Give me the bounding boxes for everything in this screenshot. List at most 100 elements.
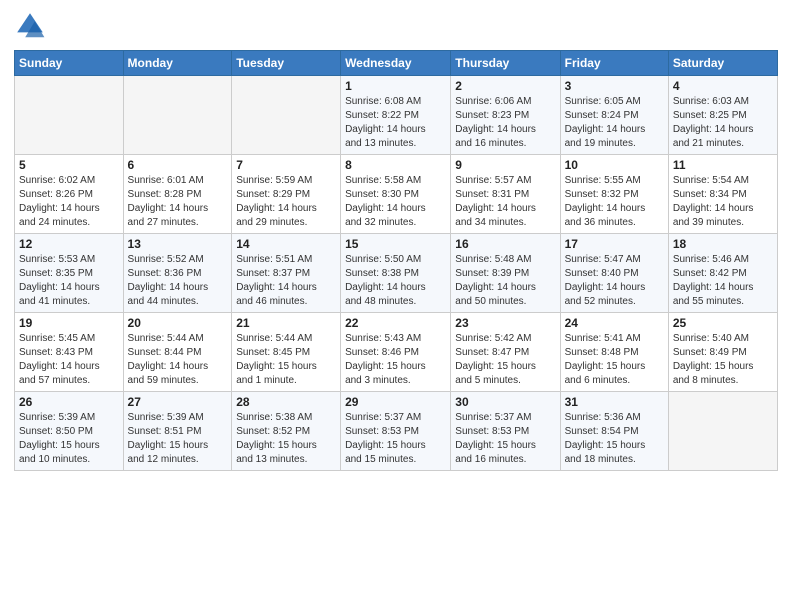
calendar-cell: 16Sunrise: 5:48 AM Sunset: 8:39 PM Dayli…	[451, 234, 560, 313]
day-info: Sunrise: 5:38 AM Sunset: 8:52 PM Dayligh…	[236, 411, 336, 467]
day-number: 6	[128, 158, 228, 172]
day-info: Sunrise: 5:44 AM Sunset: 8:44 PM Dayligh…	[128, 332, 228, 388]
weekday-header: Thursday	[451, 51, 560, 76]
calendar-table: SundayMondayTuesdayWednesdayThursdayFrid…	[14, 50, 778, 471]
calendar-cell: 10Sunrise: 5:55 AM Sunset: 8:32 PM Dayli…	[560, 155, 668, 234]
calendar-cell: 6 Sunrise: 6:01 AM Sunset: 8:28 PM Daylig…	[123, 155, 232, 234]
day-number: 19	[19, 316, 119, 330]
day-number: 3	[565, 79, 664, 93]
calendar-cell: 13Sunrise: 5:52 AM Sunset: 8:36 PM Dayli…	[123, 234, 232, 313]
day-info: Sunrise: 5:44 AM Sunset: 8:45 PM Dayligh…	[236, 332, 336, 388]
weekday-header: Friday	[560, 51, 668, 76]
day-number: 26	[19, 395, 119, 409]
calendar-cell: 15 Sunrise: 5:50 AM Sunset: 8:38 PM Dayli…	[341, 234, 451, 313]
day-number: 29	[345, 395, 446, 409]
calendar-cell	[232, 76, 341, 155]
day-info: Sunrise: 5:47 AM Sunset: 8:40 PM Dayligh…	[565, 253, 664, 309]
day-info: Sunrise: 6:03 AM Sunset: 8:25 PM Dayligh…	[673, 95, 773, 151]
calendar-cell: 29 Sunrise: 5:37 AM Sunset: 8:53 PM Dayli…	[341, 392, 451, 471]
day-number: 20	[128, 316, 228, 330]
day-info: Sunrise: 5:41 AM Sunset: 8:48 PM Dayligh…	[565, 332, 664, 388]
calendar-cell: 30 Sunrise: 5:37 AM Sunset: 8:53 PM Dayli…	[451, 392, 560, 471]
page: SundayMondayTuesdayWednesdayThursdayFrid…	[0, 0, 792, 612]
calendar-week-row: 5Sunrise: 6:02 AM Sunset: 8:26 PM Daylig…	[15, 155, 778, 234]
day-number: 2	[455, 79, 555, 93]
calendar-week-row: 26 Sunrise: 5:39 AM Sunset: 8:50 PM Dayli…	[15, 392, 778, 471]
day-info: Sunrise: 5:50 AM Sunset: 8:38 PM Dayligh…	[345, 253, 446, 309]
day-number: 28	[236, 395, 336, 409]
calendar-cell: 9 Sunrise: 5:57 AM Sunset: 8:31 PM Daylig…	[451, 155, 560, 234]
calendar-header: SundayMondayTuesdayWednesdayThursdayFrid…	[15, 51, 778, 76]
day-info: Sunrise: 5:43 AM Sunset: 8:46 PM Dayligh…	[345, 332, 446, 388]
day-info: Sunrise: 5:53 AM Sunset: 8:35 PM Dayligh…	[19, 253, 119, 309]
calendar-cell: 3Sunrise: 6:05 AM Sunset: 8:24 PM Daylig…	[560, 76, 668, 155]
calendar-cell: 25 Sunrise: 5:40 AM Sunset: 8:49 PM Dayli…	[668, 313, 777, 392]
calendar-cell: 23 Sunrise: 5:42 AM Sunset: 8:47 PM Dayli…	[451, 313, 560, 392]
day-info: Sunrise: 5:59 AM Sunset: 8:29 PM Dayligh…	[236, 174, 336, 230]
weekday-header: Tuesday	[232, 51, 341, 76]
day-number: 9	[455, 158, 555, 172]
day-info: Sunrise: 6:06 AM Sunset: 8:23 PM Dayligh…	[455, 95, 555, 151]
day-info: Sunrise: 5:36 AM Sunset: 8:54 PM Dayligh…	[565, 411, 664, 467]
day-number: 8	[345, 158, 446, 172]
calendar-cell: 14Sunrise: 5:51 AM Sunset: 8:37 PM Dayli…	[232, 234, 341, 313]
day-number: 18	[673, 237, 773, 251]
calendar-cell: 11 Sunrise: 5:54 AM Sunset: 8:34 PM Dayli…	[668, 155, 777, 234]
day-number: 23	[455, 316, 555, 330]
day-number: 11	[673, 158, 773, 172]
day-number: 14	[236, 237, 336, 251]
calendar-cell: 31 Sunrise: 5:36 AM Sunset: 8:54 PM Dayli…	[560, 392, 668, 471]
day-info: Sunrise: 5:48 AM Sunset: 8:39 PM Dayligh…	[455, 253, 555, 309]
calendar-cell: 12 Sunrise: 5:53 AM Sunset: 8:35 PM Dayli…	[15, 234, 124, 313]
day-number: 17	[565, 237, 664, 251]
calendar-cell: 18 Sunrise: 5:46 AM Sunset: 8:42 PM Dayli…	[668, 234, 777, 313]
day-number: 31	[565, 395, 664, 409]
day-number: 22	[345, 316, 446, 330]
day-info: Sunrise: 5:42 AM Sunset: 8:47 PM Dayligh…	[455, 332, 555, 388]
day-info: Sunrise: 5:58 AM Sunset: 8:30 PM Dayligh…	[345, 174, 446, 230]
calendar-cell: 8 Sunrise: 5:58 AM Sunset: 8:30 PM Daylig…	[341, 155, 451, 234]
day-info: Sunrise: 5:37 AM Sunset: 8:53 PM Dayligh…	[455, 411, 555, 467]
day-number: 1	[345, 79, 446, 93]
weekday-row: SundayMondayTuesdayWednesdayThursdayFrid…	[15, 51, 778, 76]
day-number: 4	[673, 79, 773, 93]
weekday-header: Saturday	[668, 51, 777, 76]
header	[14, 10, 778, 42]
weekday-header: Monday	[123, 51, 232, 76]
day-number: 7	[236, 158, 336, 172]
day-info: Sunrise: 5:52 AM Sunset: 8:36 PM Dayligh…	[128, 253, 228, 309]
calendar-cell: 1Sunrise: 6:08 AM Sunset: 8:22 PM Daylig…	[341, 76, 451, 155]
day-info: Sunrise: 5:39 AM Sunset: 8:51 PM Dayligh…	[128, 411, 228, 467]
calendar-cell	[668, 392, 777, 471]
day-info: Sunrise: 5:54 AM Sunset: 8:34 PM Dayligh…	[673, 174, 773, 230]
day-number: 30	[455, 395, 555, 409]
weekday-header: Wednesday	[341, 51, 451, 76]
calendar-cell: 26 Sunrise: 5:39 AM Sunset: 8:50 PM Dayli…	[15, 392, 124, 471]
calendar-week-row: 19 Sunrise: 5:45 AM Sunset: 8:43 PM Dayli…	[15, 313, 778, 392]
calendar-week-row: 1Sunrise: 6:08 AM Sunset: 8:22 PM Daylig…	[15, 76, 778, 155]
day-info: Sunrise: 5:46 AM Sunset: 8:42 PM Dayligh…	[673, 253, 773, 309]
calendar-cell: 27Sunrise: 5:39 AM Sunset: 8:51 PM Dayli…	[123, 392, 232, 471]
day-number: 15	[345, 237, 446, 251]
day-info: Sunrise: 5:45 AM Sunset: 8:43 PM Dayligh…	[19, 332, 119, 388]
calendar-cell: 19 Sunrise: 5:45 AM Sunset: 8:43 PM Dayli…	[15, 313, 124, 392]
logo	[14, 10, 50, 42]
day-info: Sunrise: 5:37 AM Sunset: 8:53 PM Dayligh…	[345, 411, 446, 467]
calendar-week-row: 12 Sunrise: 5:53 AM Sunset: 8:35 PM Dayli…	[15, 234, 778, 313]
calendar-cell: 21 Sunrise: 5:44 AM Sunset: 8:45 PM Dayli…	[232, 313, 341, 392]
day-info: Sunrise: 5:40 AM Sunset: 8:49 PM Dayligh…	[673, 332, 773, 388]
day-number: 21	[236, 316, 336, 330]
day-number: 5	[19, 158, 119, 172]
day-info: Sunrise: 6:01 AM Sunset: 8:28 PM Dayligh…	[128, 174, 228, 230]
calendar-cell: 28 Sunrise: 5:38 AM Sunset: 8:52 PM Dayli…	[232, 392, 341, 471]
calendar-cell: 7 Sunrise: 5:59 AM Sunset: 8:29 PM Daylig…	[232, 155, 341, 234]
weekday-header: Sunday	[15, 51, 124, 76]
day-info: Sunrise: 5:57 AM Sunset: 8:31 PM Dayligh…	[455, 174, 555, 230]
calendar-cell: 24Sunrise: 5:41 AM Sunset: 8:48 PM Dayli…	[560, 313, 668, 392]
day-number: 25	[673, 316, 773, 330]
day-info: Sunrise: 5:55 AM Sunset: 8:32 PM Dayligh…	[565, 174, 664, 230]
day-info: Sunrise: 5:39 AM Sunset: 8:50 PM Dayligh…	[19, 411, 119, 467]
calendar-cell	[15, 76, 124, 155]
calendar-cell: 2 Sunrise: 6:06 AM Sunset: 8:23 PM Daylig…	[451, 76, 560, 155]
day-number: 12	[19, 237, 119, 251]
